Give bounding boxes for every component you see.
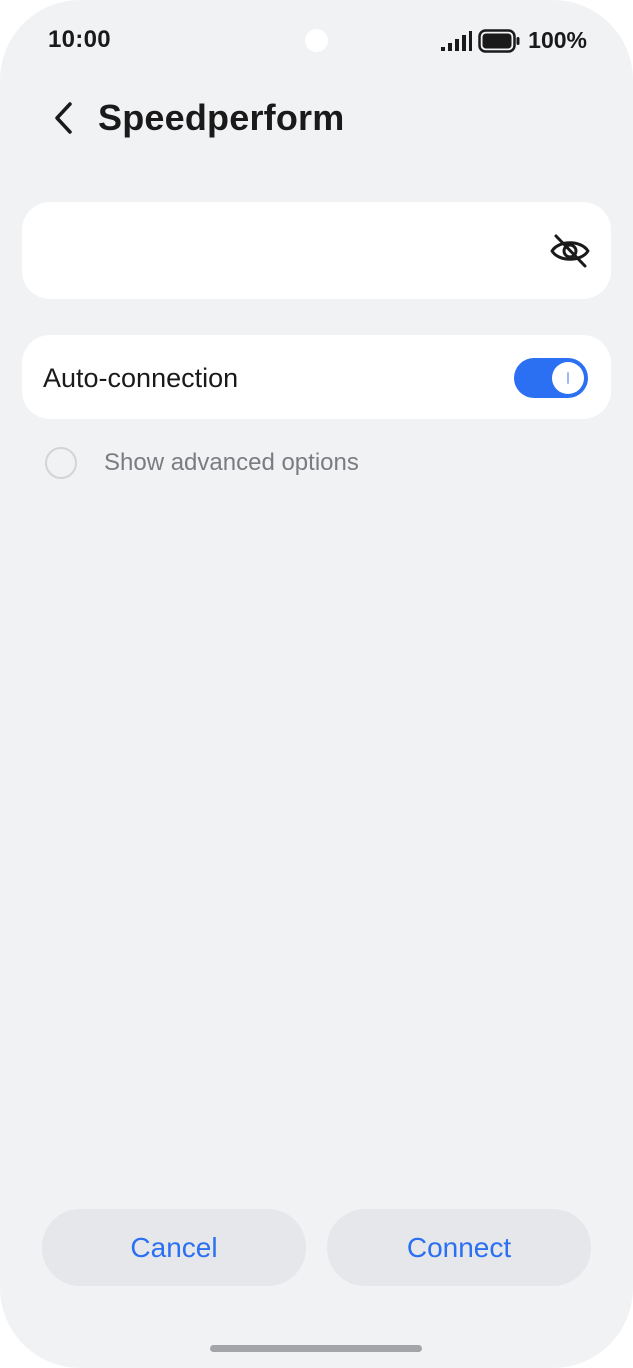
battery-icon <box>478 28 520 53</box>
phone-screen: 10:00 100% Speedperform Auto-connection … <box>0 0 633 1368</box>
auto-connection-card: Auto-connection <box>22 335 611 419</box>
cancel-button[interactable]: Cancel <box>42 1209 306 1286</box>
connect-button[interactable]: Connect <box>327 1209 591 1286</box>
toggle-knob <box>552 362 584 394</box>
advanced-options-checkbox[interactable] <box>45 447 77 479</box>
eye-off-icon <box>550 234 590 268</box>
auto-connection-toggle[interactable] <box>514 358 588 398</box>
show-advanced-options[interactable]: Show advanced options <box>45 447 359 479</box>
home-indicator[interactable] <box>210 1345 422 1352</box>
page-title: Speedperform <box>98 97 345 138</box>
auto-connection-label: Auto-connection <box>43 363 239 393</box>
password-input[interactable] <box>44 226 538 276</box>
advanced-options-label: Show advanced options <box>104 449 359 476</box>
chevron-left-icon <box>55 102 72 134</box>
password-card <box>22 202 611 299</box>
signal-icon <box>441 30 473 51</box>
password-visibility-toggle[interactable] <box>549 232 591 270</box>
camera-cutout <box>305 29 328 52</box>
status-indicators: 100% <box>440 27 587 54</box>
back-button[interactable] <box>44 96 84 140</box>
battery-percentage: 100% <box>528 27 587 53</box>
status-time: 10:00 <box>48 26 111 53</box>
